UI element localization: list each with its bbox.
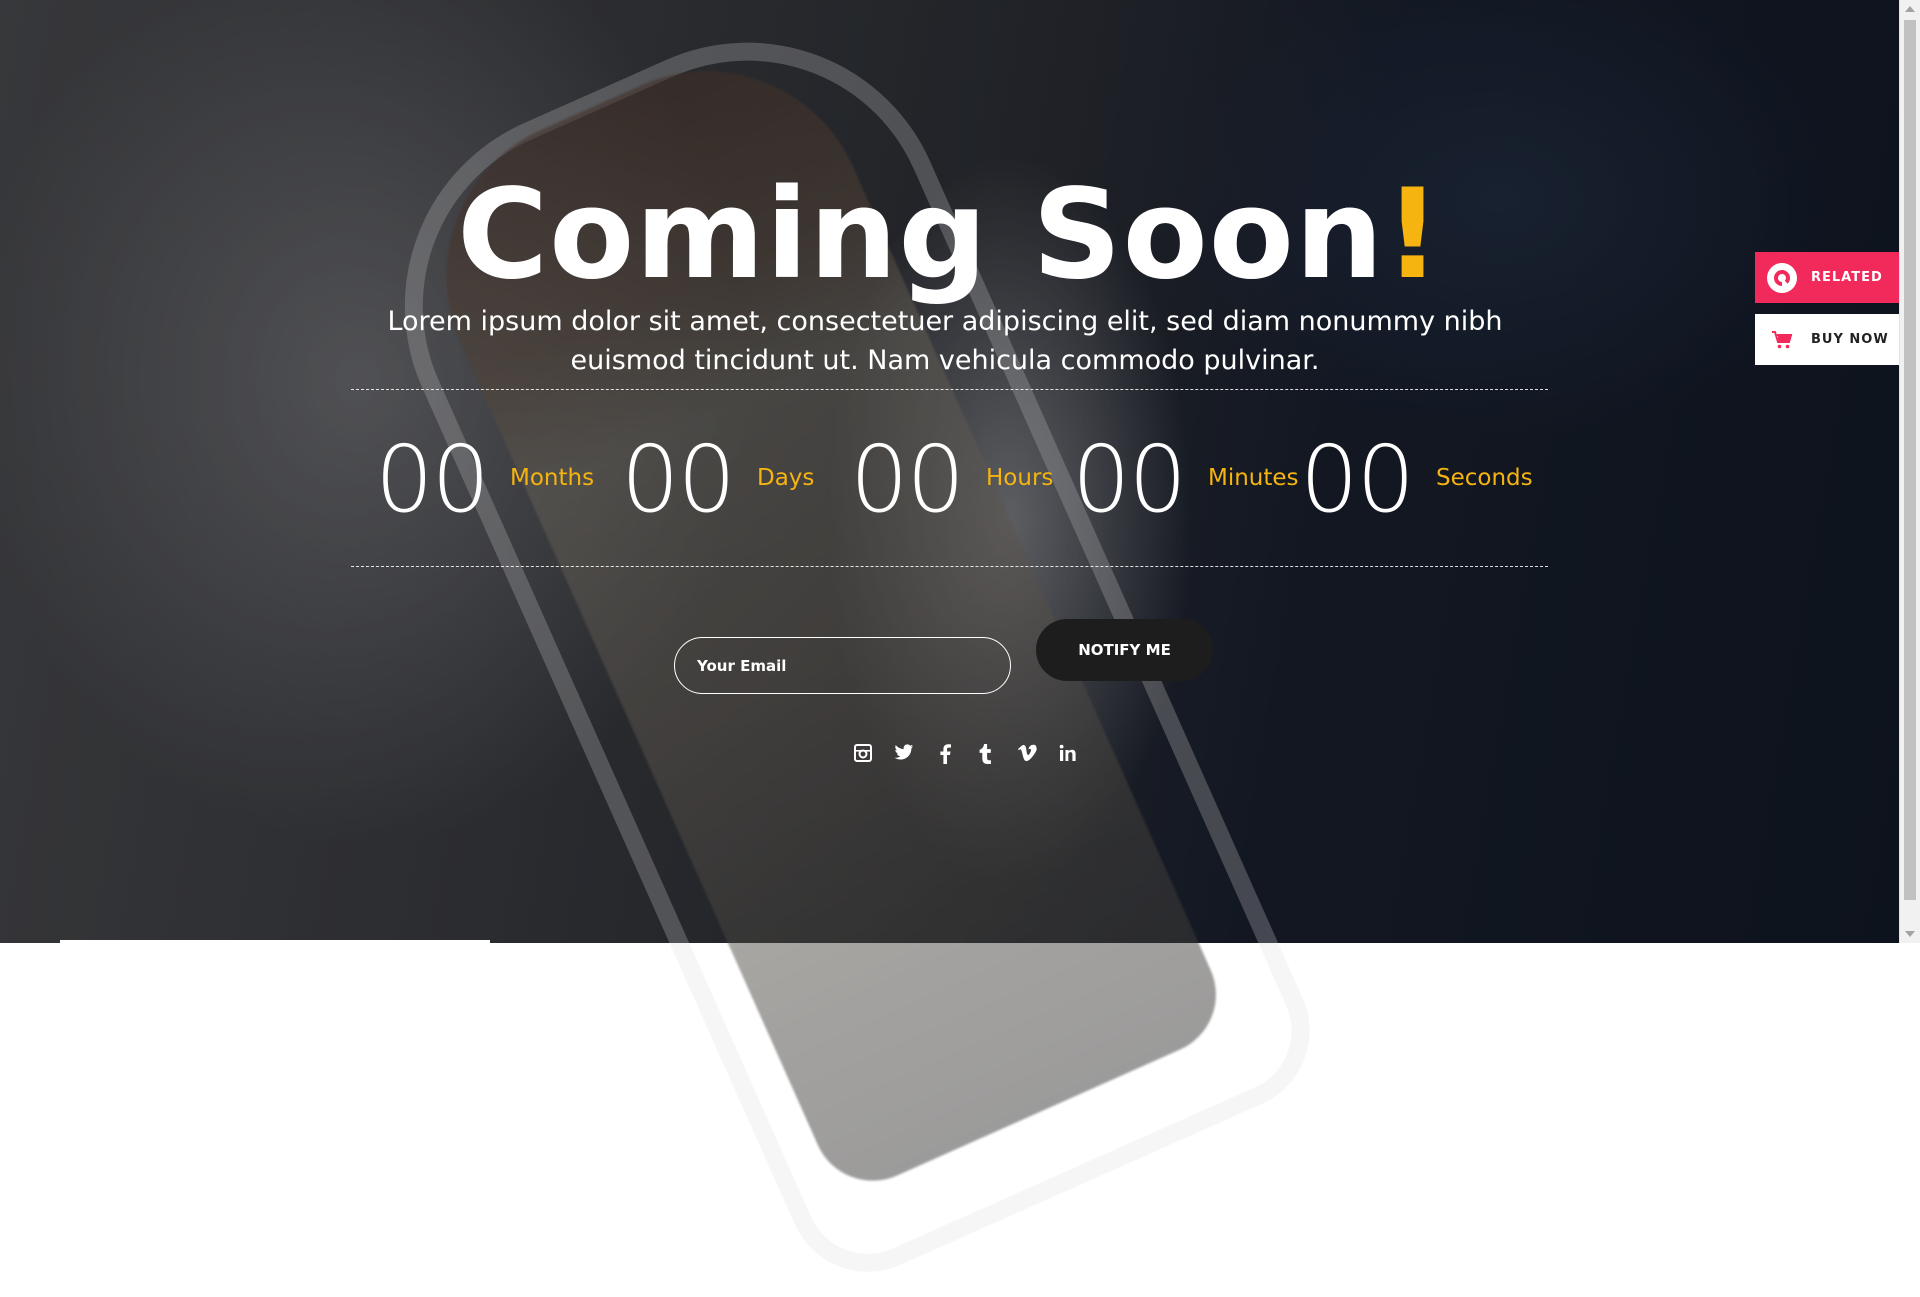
page-title: Coming Soon!	[0, 160, 1899, 310]
social-links	[842, 744, 1088, 770]
countdown-days-value: 00	[621, 426, 736, 533]
countdown-minutes-value: 00	[1072, 426, 1187, 533]
divider-top	[351, 389, 1548, 390]
title-text: Coming Soon	[457, 163, 1385, 307]
divider-bottom	[351, 566, 1548, 567]
email-input[interactable]	[674, 637, 1011, 694]
buy-now-button[interactable]: BUY NOW	[1755, 314, 1899, 365]
linkedin-icon[interactable]	[1047, 744, 1088, 770]
countdown-minutes-label: Minutes	[1208, 465, 1299, 491]
title-accent: !	[1384, 163, 1442, 307]
scroll-down-icon[interactable]	[1905, 931, 1915, 937]
facebook-icon[interactable]	[924, 744, 965, 770]
scrollbar[interactable]	[1899, 0, 1920, 943]
related-button[interactable]: RELATED	[1755, 252, 1899, 303]
countdown-seconds-label: Seconds	[1436, 465, 1533, 491]
countdown-months-value: 00	[375, 426, 490, 533]
countdown-hours-value: 00	[850, 426, 965, 533]
notify-me-button[interactable]: NOTIFY ME	[1036, 619, 1213, 681]
countdown-timer: 00 Months 00 Days 00 Hours 00 Minutes 00…	[0, 425, 1899, 535]
countdown-days-label: Days	[757, 465, 815, 491]
countdown-hours-label: Hours	[986, 465, 1054, 491]
related-label: RELATED	[1811, 270, 1883, 285]
instagram-icon[interactable]	[842, 744, 883, 770]
page-subtitle: Lorem ipsum dolor sit amet, consectetuer…	[387, 306, 1503, 376]
scrollbar-thumb[interactable]	[1904, 20, 1916, 900]
buy-now-label: BUY NOW	[1811, 332, 1889, 347]
twitter-icon[interactable]	[883, 744, 924, 770]
scroll-up-icon[interactable]	[1905, 6, 1915, 12]
tumblr-icon[interactable]	[965, 744, 1006, 770]
cart-icon	[1767, 325, 1797, 355]
vimeo-icon[interactable]	[1006, 744, 1047, 770]
countdown-seconds-value: 00	[1300, 426, 1415, 533]
related-icon	[1767, 262, 1797, 293]
countdown-months-label: Months	[510, 465, 595, 491]
